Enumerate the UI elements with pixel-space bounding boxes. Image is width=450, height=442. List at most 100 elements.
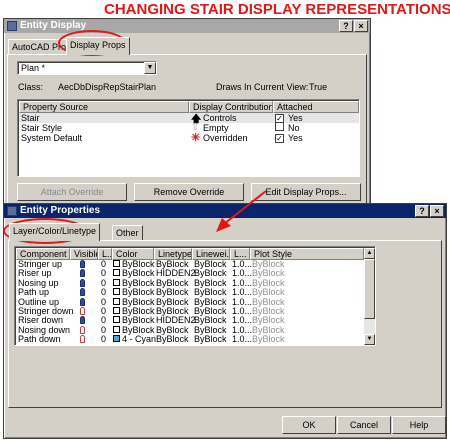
row-contribution: Empty	[203, 123, 229, 133]
color-swatch	[113, 269, 120, 277]
cell-l: 0	[101, 316, 107, 326]
cell-lineweight: ByBlock	[194, 269, 227, 279]
color-swatch	[113, 288, 120, 296]
list-row-stair-style[interactable]	[19, 123, 359, 133]
cell-color: ByBlock	[113, 260, 155, 269]
cell-plot: ByBlock	[252, 278, 285, 288]
column-header-color[interactable]: Color	[112, 248, 154, 260]
column-header-linetype[interactable]: Linetype	[154, 248, 192, 260]
table-row[interactable]: Stringer down 0 ByBlock ByBlock ByBlock 1.0..…	[16, 307, 364, 316]
column-header-display-contribution[interactable]: Display Contribution	[189, 101, 273, 113]
table-row[interactable]: Outline up 0 ByBlock ByBlock ByBlock 1.0... By…	[16, 297, 364, 307]
cell-l: 0	[101, 335, 107, 345]
entity-properties-window: Entity Properties ? × Layer/Color/Linety…	[3, 203, 447, 439]
cell-plot: ByBlock	[252, 297, 285, 307]
cell-linetype: ByBlock	[156, 288, 189, 298]
cell-l: 0	[101, 278, 107, 288]
draws-label: Draws In Current View:	[216, 82, 309, 92]
row-attached: No	[288, 123, 300, 133]
close-title-button[interactable]: ×	[430, 205, 444, 217]
chevron-down-icon[interactable]: ▼	[144, 62, 156, 74]
color-value: ByBlock	[122, 325, 155, 335]
cell-linetype: ByBlock	[156, 278, 189, 288]
cell-lineweight: ByBlock	[194, 335, 227, 345]
cell-color: ByBlock	[113, 325, 155, 335]
row-contribution: Overridden	[203, 133, 248, 143]
help-title-button[interactable]: ?	[415, 205, 429, 217]
cell-lts: 1.0...	[232, 335, 253, 345]
row-contribution: Controls	[203, 113, 237, 123]
overridden-icon: ✳	[191, 132, 201, 144]
component-grid[interactable]: Component Visible L.. Color Linetype Lin…	[14, 246, 376, 346]
cell-lineweight: ByBlock	[194, 316, 227, 326]
class-value: AecDbDispRepStairPlan	[58, 82, 157, 92]
attached-checkbox[interactable]	[275, 122, 286, 132]
cell-plot: ByBlock	[252, 325, 285, 335]
row-source: Stair	[21, 113, 40, 123]
table-row[interactable]: Nosing down 0 ByBlock ByBlock ByBlock 1.0... B…	[16, 325, 364, 335]
vertical-scrollbar[interactable]: ▲ ▼	[364, 248, 375, 345]
window-title: Entity Display	[20, 20, 87, 31]
cell-component: Outline up	[18, 297, 60, 307]
scroll-up-button[interactable]: ▲	[364, 248, 375, 259]
table-row[interactable]: Riser up 0 ByBlock HIDDEN2 ByBlock 1.0... ByBl…	[16, 269, 364, 278]
color-value: ByBlock	[122, 269, 155, 279]
list-row-stair[interactable]	[19, 113, 359, 123]
cell-component: Path up	[18, 288, 50, 298]
property-source-list[interactable]: Property Source Display Contribution Att…	[17, 99, 360, 177]
cell-lts: 1.0...	[232, 278, 253, 288]
cell-lineweight: ByBlock	[194, 278, 227, 288]
column-header-property-source[interactable]: Property Source	[19, 101, 189, 113]
bulb-off-icon[interactable]	[80, 335, 85, 345]
row-source: System Default	[21, 133, 83, 143]
cell-plot: ByBlock	[252, 335, 285, 345]
app-icon	[7, 206, 17, 216]
tab-other[interactable]: Other	[112, 225, 143, 241]
cancel-button[interactable]: Cancel	[337, 416, 391, 434]
table-row[interactable]: Riser down 0 ByBlock HIDDEN2 ByBlock 1.0... By…	[16, 316, 364, 325]
cell-color: 4 - Cyan	[113, 335, 156, 344]
cell-color: ByBlock	[113, 316, 155, 325]
draws-value: True	[309, 82, 328, 92]
scroll-down-button[interactable]: ▼	[364, 334, 375, 345]
column-header-linetype-scale[interactable]: L...	[230, 248, 250, 260]
attached-checkbox[interactable]: ✓	[275, 132, 286, 143]
column-header-component[interactable]: Component	[16, 248, 70, 260]
ok-button[interactable]: OK	[282, 416, 336, 434]
help-title-button[interactable]: ?	[339, 20, 353, 32]
table-row[interactable]: Path up 0 ByBlock ByBlock ByBlock 1.0... ByBlo…	[16, 288, 364, 297]
cell-lineweight: ByBlock	[194, 297, 227, 307]
close-title-button[interactable]: ×	[354, 20, 368, 32]
color-swatch	[113, 278, 120, 286]
tab-display-props[interactable]: Display Props	[66, 37, 130, 55]
cell-lts: 1.0...	[232, 297, 253, 307]
column-header-layer[interactable]: L..	[98, 248, 112, 260]
color-value: ByBlock	[122, 278, 155, 288]
cell-l: 0	[101, 325, 107, 335]
scroll-thumb[interactable]	[364, 259, 375, 319]
tab-layer-color-linetype[interactable]: Layer/Color/Linetype	[9, 223, 101, 241]
cell-lts: 1.0...	[232, 307, 253, 316]
color-value: ByBlock	[122, 260, 155, 269]
table-row[interactable]: Stringer up 0 ByBlock ByBlock ByBlock 1.0... B…	[16, 260, 364, 269]
table-row[interactable]: Nosing up 0 ByBlock ByBlock ByBlock 1.0... ByB…	[16, 278, 364, 288]
column-header-plot-style[interactable]: Plot Style	[250, 248, 364, 260]
cell-lts: 1.0...	[232, 269, 253, 279]
help-button[interactable]: Help	[392, 416, 446, 434]
cell-linetype: ByBlock	[156, 260, 189, 269]
cell-component: Stringer up	[18, 260, 63, 269]
cell-color: ByBlock	[113, 269, 155, 278]
column-header-visible[interactable]: Visible	[70, 248, 98, 260]
display-rep-dropdown[interactable]: Plan * ▼	[17, 61, 157, 75]
table-row[interactable]: Path down 0 4 - Cyan ByBlock ByBlock 1.0... By…	[16, 335, 364, 344]
cell-lts: 1.0...	[232, 260, 253, 269]
column-header-lineweight[interactable]: Linewei...	[192, 248, 230, 260]
cell-linetype: ByBlock	[156, 297, 189, 307]
color-value: ByBlock	[122, 297, 155, 307]
color-swatch	[113, 316, 120, 324]
app-icon	[7, 21, 17, 31]
attach-override-button[interactable]: Attach Override	[17, 183, 127, 201]
window-title: Entity Properties	[20, 205, 101, 216]
cell-lts: 1.0...	[232, 288, 253, 298]
annotation-arrow	[216, 190, 267, 232]
